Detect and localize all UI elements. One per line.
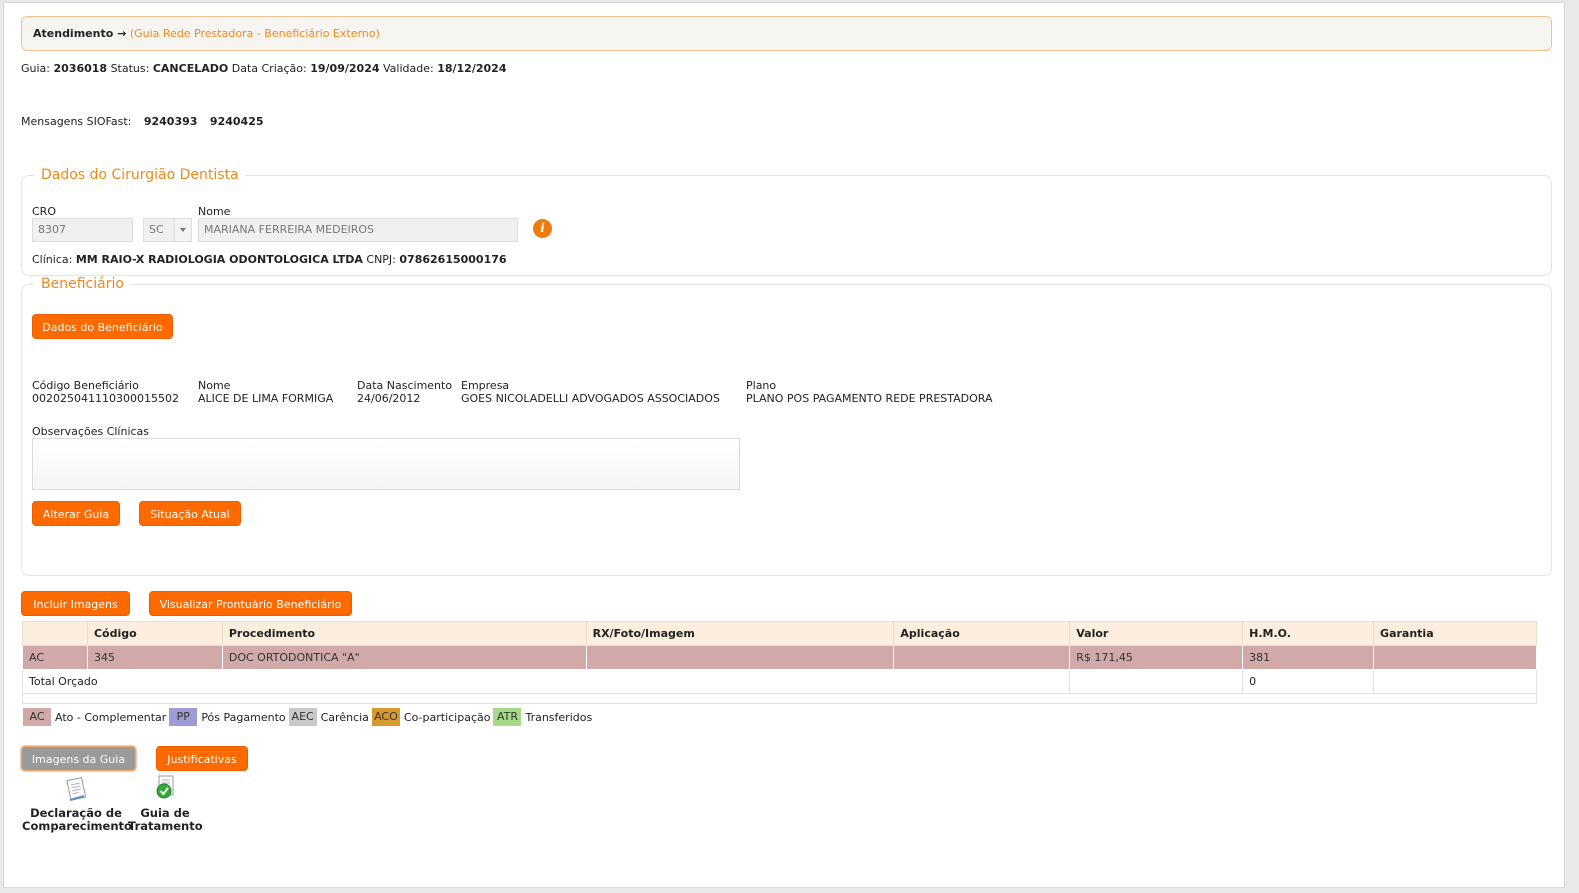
document-icon	[66, 776, 87, 801]
column-header[interactable]: Garantia	[1373, 621, 1537, 646]
guia-tratamento-link[interactable]: Guia de Tratamento	[128, 774, 203, 833]
cro-field[interactable]: 8307	[32, 218, 133, 242]
legend-text: Ato - Complementar	[55, 710, 167, 724]
cro-label: CRO	[32, 205, 56, 218]
clinica-info: Clínica: MM RAIO-X RADIOLOGIA ODONTOLOGI…	[32, 253, 507, 266]
justificativas-button[interactable]: Justificativas	[156, 746, 248, 771]
status-label: Status:	[110, 62, 150, 75]
doc-line: Comparecimento	[22, 819, 132, 833]
total-hmo: 0	[1242, 669, 1375, 694]
table-row[interactable]: AC 345 DOC ORTODONTICA "A" R$ 171,45 381	[22, 645, 1537, 670]
validade-value: 18/12/2024	[437, 62, 507, 75]
mensagens-label: Mensagens SIOFast:	[21, 115, 132, 128]
cell-tipo: AC	[22, 645, 88, 670]
guia-label: Guia:	[21, 62, 50, 75]
legend-chip-ac: AC	[22, 707, 52, 727]
column-header[interactable]: Código	[86, 621, 223, 646]
document-check-icon	[156, 775, 174, 799]
legend: AC Ato - Complementar PP Pós Pagamento A…	[22, 707, 594, 727]
field-label: Data Nascimento	[357, 379, 453, 392]
incluir-imagens-button[interactable]: Incluir Imagens	[21, 591, 130, 616]
column-header[interactable]: Procedimento	[221, 621, 587, 646]
uf-select[interactable]: SC	[143, 218, 192, 242]
total-label: Total Orçado	[21, 669, 1071, 694]
beneficiario-title: Beneficiário	[41, 276, 124, 292]
uf-value: SC	[149, 223, 164, 236]
nome-label: Nome	[198, 205, 231, 218]
cnpj-value: 07862615000176	[399, 253, 507, 266]
column-header[interactable]: Aplicação	[893, 621, 1071, 646]
situacao-atual-button[interactable]: Situação Atual	[139, 501, 241, 526]
criacao-value: 19/09/2024	[310, 62, 380, 75]
info-icon[interactable]: i	[533, 219, 552, 238]
field-label: Empresa	[461, 379, 510, 392]
cell-rx	[585, 645, 895, 670]
cnpj-label: CNPJ:	[366, 253, 396, 266]
legend-text: Pós Pagamento	[201, 710, 286, 724]
legend-text: Co-participação	[403, 710, 491, 724]
legend-chip-pp: PP	[168, 707, 199, 727]
guia-number: 2036018	[53, 62, 108, 75]
chevron-down-icon	[174, 219, 191, 241]
criacao-label: Data Criação:	[231, 62, 307, 75]
cell-valor: R$ 171,45	[1069, 645, 1244, 670]
cell-codigo: 345	[86, 645, 223, 670]
nome-field[interactable]: MARIANA FERREIRA MEDEIROS	[198, 218, 518, 242]
column-header[interactable]: H.M.O.	[1242, 621, 1375, 646]
total-row: Total Orçado 0	[21, 669, 1537, 694]
page-frame: Atendimento → (Guia Rede Prestadora - Be…	[3, 2, 1565, 888]
observacoes-textarea[interactable]	[32, 438, 740, 490]
spacer-row	[22, 693, 1537, 704]
validade-label: Validade:	[383, 62, 434, 75]
legend-chip-aco: ACO	[370, 707, 401, 727]
table-header-row: Código Procedimento RX/Foto/Imagem Aplic…	[22, 621, 1537, 646]
field-label: Código Beneficiário	[32, 379, 139, 392]
field-label: Plano	[746, 379, 777, 392]
column-header[interactable]: RX/Foto/Imagem	[585, 621, 895, 646]
cell-aplicacao	[893, 645, 1071, 670]
imagens-guia-button[interactable]: Imagens da Guia	[21, 746, 136, 771]
empresa-value: GOES NICOLADELLI ADVOGADOS ASSOCIADOS	[461, 392, 720, 405]
breadcrumb-main: Atendimento →	[33, 27, 127, 40]
legend-chip-atr: ATR	[492, 707, 523, 727]
guia-info: Guia: 2036018 Status: CANCELADO Data Cri…	[21, 62, 506, 75]
column-header[interactable]: Valor	[1069, 621, 1244, 646]
status-value: CANCELADO	[152, 62, 229, 75]
dentista-title: Dados do Cirurgião Dentista	[41, 167, 239, 183]
declaracao-comparecimento-link[interactable]: Declaração de Comparecimento	[22, 776, 132, 833]
legend-chip-aec: AEC	[287, 707, 318, 727]
total-valor	[1069, 669, 1244, 694]
beneficiario-section: Beneficiário	[21, 276, 1552, 576]
legend-text: Carência	[320, 710, 369, 724]
clinica-label: Clínica:	[32, 253, 73, 266]
cell-hmo: 381	[1242, 645, 1375, 670]
mensagem-id[interactable]: 9240393	[144, 115, 198, 128]
legend-text: Transferidos	[525, 710, 593, 724]
dados-beneficiario-button[interactable]: Dados do Beneficiário	[32, 314, 173, 339]
clinica-value: MM RAIO-X RADIOLOGIA ODONTOLOGICA LTDA	[75, 253, 363, 266]
breadcrumb-sub[interactable]: (Guia Rede Prestadora - Beneficiário Ext…	[130, 27, 380, 40]
plano-value: PLANO POS PAGAMENTO REDE PRESTADORA	[746, 392, 993, 405]
data-nascimento-value: 24/06/2012	[357, 392, 421, 405]
procedimentos-table: Código Procedimento RX/Foto/Imagem Aplic…	[21, 621, 1537, 704]
cell-procedimento: DOC ORTODONTICA "A"	[221, 645, 587, 670]
doc-line: Tratamento	[128, 819, 203, 833]
mensagem-id[interactable]: 9240425	[210, 115, 264, 128]
total-garantia	[1373, 669, 1537, 694]
alterar-guia-button[interactable]: Alterar Guia	[32, 501, 120, 526]
beneficiario-nome-value: ALICE DE LIMA FORMIGA	[198, 392, 334, 405]
mensagens-siofast: Mensagens SIOFast: 9240393 9240425	[21, 115, 264, 128]
breadcrumb: Atendimento → (Guia Rede Prestadora - Be…	[21, 16, 1552, 51]
column-header	[22, 621, 88, 646]
visualizar-prontuario-button[interactable]: Visualizar Prontuário Beneficiário	[149, 591, 352, 616]
observacoes-label: Observações Clínicas	[32, 425, 150, 438]
cell-garantia	[1373, 645, 1537, 670]
codigo-beneficiario-value: 00202504111030001550​2	[32, 392, 179, 405]
field-label: Nome	[198, 379, 231, 392]
